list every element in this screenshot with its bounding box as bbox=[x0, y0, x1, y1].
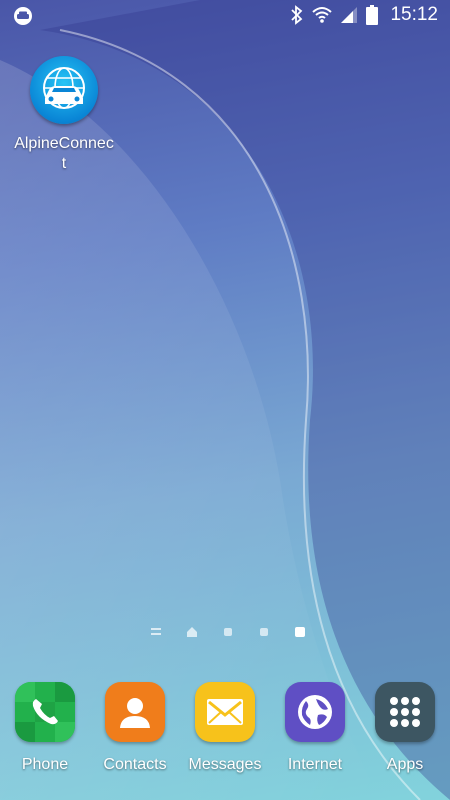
page-indicator-menu[interactable] bbox=[148, 624, 164, 640]
page-indicator[interactable] bbox=[148, 624, 308, 640]
page-indicator-dot-active[interactable] bbox=[292, 624, 308, 640]
status-clock: 15:12 bbox=[390, 4, 438, 25]
dock-label: Messages bbox=[188, 756, 262, 773]
dock-item-internet[interactable]: Internet bbox=[271, 678, 359, 788]
dock-item-contacts[interactable]: Contacts bbox=[91, 678, 179, 788]
phone-icon bbox=[15, 682, 75, 742]
dock-label: Apps bbox=[386, 756, 424, 773]
envelope-icon bbox=[195, 682, 255, 742]
dock: Phone Contacts Messages Internet Apps bbox=[0, 678, 450, 788]
dock-item-messages[interactable]: Messages bbox=[181, 678, 269, 788]
car-mode-icon bbox=[12, 6, 34, 26]
page-indicator-dot[interactable] bbox=[220, 624, 236, 640]
bluetooth-icon bbox=[290, 5, 304, 25]
battery-icon bbox=[366, 5, 379, 25]
wifi-icon bbox=[312, 6, 333, 24]
status-bar: 15:12 bbox=[0, 0, 450, 32]
globe-icon bbox=[285, 682, 345, 742]
dock-item-apps[interactable]: Apps bbox=[361, 678, 449, 788]
signal-icon bbox=[340, 6, 358, 24]
page-indicator-dot[interactable] bbox=[256, 624, 272, 640]
dock-label: Internet bbox=[287, 756, 343, 773]
page-indicator-home[interactable] bbox=[184, 624, 200, 640]
contact-icon bbox=[105, 682, 165, 742]
dock-item-phone[interactable]: Phone bbox=[1, 678, 89, 788]
app-label: AlpineConnect bbox=[14, 135, 114, 172]
apps-grid-icon bbox=[375, 682, 435, 742]
dock-label: Phone bbox=[21, 756, 69, 773]
dock-label: Contacts bbox=[103, 756, 167, 773]
app-alpineconnect[interactable]: AlpineConnect bbox=[14, 56, 114, 174]
car-globe-icon bbox=[30, 56, 98, 124]
